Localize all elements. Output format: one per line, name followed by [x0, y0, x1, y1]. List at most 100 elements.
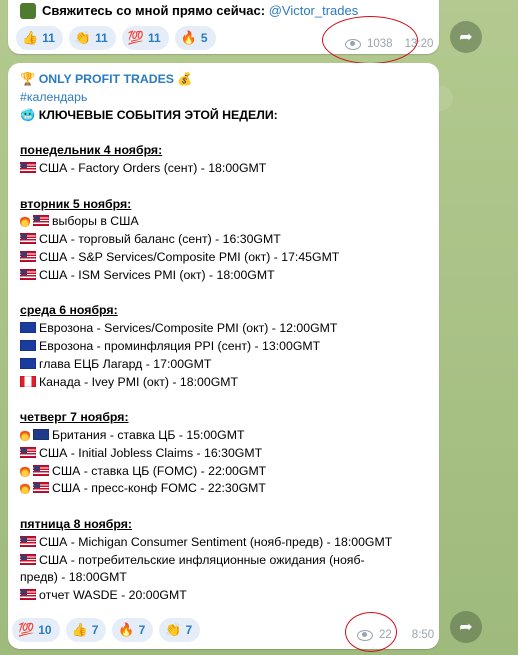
flag-us-icon — [20, 553, 36, 565]
event-row: США - Factory Orders (сент) - 18:00GMT — [20, 160, 429, 178]
flag-us-icon — [20, 233, 36, 245]
event-row: Британия - ставка ЦБ - 15:00GMT — [20, 427, 429, 445]
event-text: США - Initial Jobless Claims - 16:30GMT — [39, 445, 263, 460]
event-row: предв) - 18:00GMT — [20, 569, 429, 587]
reaction-count: 7 — [91, 623, 99, 637]
event-text: выборы в США — [52, 214, 139, 229]
fire-icon: 🔥 — [118, 622, 135, 638]
message-time: 8:50 — [411, 629, 435, 641]
event-row: Еврозона - Services/Composite PMI (окт) … — [20, 320, 429, 338]
forward-arrow-icon: ➦ — [459, 29, 473, 46]
event-row: США - S&P Services/Composite PMI (окт) -… — [20, 249, 429, 267]
event-row: США - Michigan Consumer Sentiment (нояб-… — [20, 534, 429, 552]
event-row: США - ISM Services PMI (окт) - 18:00GMT — [20, 267, 429, 285]
contact-line: Свяжитесь со мной прямо сейчас: @Victor_… — [42, 3, 358, 18]
reaction-thumbs-up[interactable]: 👍 7 — [65, 618, 107, 642]
flag-eu-icon — [20, 322, 36, 334]
thumbs-up-icon: 👍 — [22, 30, 39, 46]
reaction-fire[interactable]: 🔥 5 — [174, 26, 216, 50]
event-text: США - S&P Services/Composite PMI (окт) -… — [39, 249, 340, 264]
fire-icon — [20, 215, 30, 228]
reaction-count: 5 — [200, 31, 208, 45]
event-text: США - торговый баланс (сент) - 16:30GMT — [39, 232, 281, 247]
clap-icon: 👏 — [165, 622, 182, 638]
event-text: Еврозона - проминфляция PPI (сент) - 13:… — [39, 338, 321, 353]
events-list: понедельник 4 ноября: США - Factory Order… — [20, 142, 429, 605]
flag-us-icon — [33, 482, 49, 494]
post-bubble: 🏆 ONLY PROFIT TRADES 💰 #календарь 🥶 КЛЮЧ… — [8, 63, 439, 649]
reaction-clap[interactable]: 👏 7 — [159, 618, 201, 642]
event-text: отчет WASDE - 20:00GMT — [39, 588, 187, 603]
frog-sticker-icon — [20, 3, 36, 19]
reaction-hundred[interactable]: 💯 11 — [121, 26, 169, 50]
post-subtitle: 🥶 КЛЮЧЕВЫЕ СОБЫТИЯ ЭТОЙ НЕДЕЛИ: — [20, 107, 278, 122]
reaction-count: 7 — [138, 623, 146, 637]
event-row: США - ставка ЦБ (FOMC) - 22:00GMT — [20, 463, 429, 481]
event-row: Еврозона - проминфляция PPI (сент) - 13:… — [20, 338, 429, 356]
post-content: 🏆 ONLY PROFIT TRADES 💰 #календарь 🥶 КЛЮЧ… — [20, 71, 429, 605]
flag-us-icon — [33, 464, 49, 476]
day-heading: вторник 5 ноября: — [20, 196, 132, 211]
forward-button[interactable]: ➦ — [450, 611, 482, 643]
flag-gb-icon — [33, 428, 49, 440]
event-row: США - Initial Jobless Claims - 16:30GMT — [20, 445, 429, 463]
fire-icon — [20, 482, 30, 495]
hundred-icon: 💯 — [18, 622, 35, 638]
reaction-count: 11 — [42, 31, 55, 45]
flag-eu-icon — [20, 357, 36, 369]
event-text: США - потребительские инфляционные ожида… — [39, 552, 365, 567]
reaction-thumbs-up[interactable]: 👍 11 — [16, 26, 63, 50]
red-highlight-circle — [322, 16, 418, 64]
fire-icon — [20, 464, 30, 477]
contact-handle-link[interactable]: @Victor_trades — [269, 3, 359, 18]
fire-icon — [20, 428, 30, 441]
event-text: глава ЕЦБ Лагард - 17:00GMT — [39, 356, 212, 371]
event-row: отчет WASDE - 20:00GMT — [20, 587, 429, 605]
event-row: США - потребительские инфляционные ожида… — [20, 552, 429, 570]
flag-us-icon — [20, 446, 36, 458]
flag-us-icon — [20, 268, 36, 280]
event-row: Канада - Ivey PMI (окт) - 18:00GMT — [20, 374, 429, 392]
flag-us-icon — [20, 161, 36, 173]
event-text: Канада - Ivey PMI (окт) - 18:00GMT — [39, 374, 239, 389]
event-row: выборы в США — [20, 213, 429, 231]
flag-us-icon — [20, 589, 36, 601]
day-heading: среда 6 ноября: — [20, 303, 118, 318]
red-highlight-circle — [345, 612, 397, 652]
reaction-count: 10 — [38, 623, 52, 637]
day-heading: четверг 7 ноября: — [20, 410, 129, 425]
event-text: США - ставка ЦБ (FOMC) - 22:00GMT — [52, 463, 267, 478]
day-heading: пятница 8 ноября: — [20, 516, 132, 531]
hashtag-link[interactable]: #календарь — [20, 89, 429, 107]
event-text: Британия - ставка ЦБ - 15:00GMT — [52, 427, 245, 442]
flag-us-icon — [33, 215, 49, 227]
forward-button[interactable]: ➦ — [450, 21, 482, 53]
post-title: 🏆 ONLY PROFIT TRADES 💰 — [20, 72, 193, 86]
hundred-icon: 💯 — [127, 30, 144, 46]
event-text: США - пресс-конф FOMC - 22:30GMT — [52, 481, 266, 496]
day-heading: понедельник 4 ноября: — [20, 143, 163, 158]
event-row: США - торговый баланс (сент) - 16:30GMT — [20, 231, 429, 249]
event-text: США - ISM Services PMI (окт) - 18:00GMT — [39, 267, 275, 282]
reaction-fire[interactable]: 🔥 7 — [112, 618, 154, 642]
contact-text: Свяжитесь со мной прямо сейчас: — [42, 3, 266, 18]
reaction-count: 7 — [185, 623, 193, 637]
fire-icon: 🔥 — [180, 30, 197, 46]
thumbs-up-icon: 👍 — [71, 622, 88, 638]
clap-icon: 👏 — [74, 30, 92, 46]
event-text: США - Factory Orders (сент) - 18:00GMT — [39, 160, 267, 175]
event-row: США - пресс-конф FOMC - 22:30GMT — [20, 480, 429, 498]
top-reactions: 👍 11 👏 11 💯 11 🔥 5 — [16, 26, 216, 50]
reaction-clap[interactable]: 👏 11 — [68, 26, 116, 50]
flag-us-icon — [20, 250, 36, 262]
flag-us-icon — [20, 535, 36, 547]
forward-arrow-icon: ➦ — [459, 619, 473, 636]
reaction-hundred[interactable]: 💯 10 — [12, 618, 60, 642]
event-row: глава ЕЦБ Лагард - 17:00GMT — [20, 356, 429, 374]
event-text: США - Michigan Consumer Sentiment (нояб-… — [39, 534, 393, 549]
post-reactions: 💯 10 👍 7 🔥 7 👏 7 — [12, 618, 201, 642]
event-text: Еврозона - Services/Composite PMI (окт) … — [39, 321, 338, 336]
